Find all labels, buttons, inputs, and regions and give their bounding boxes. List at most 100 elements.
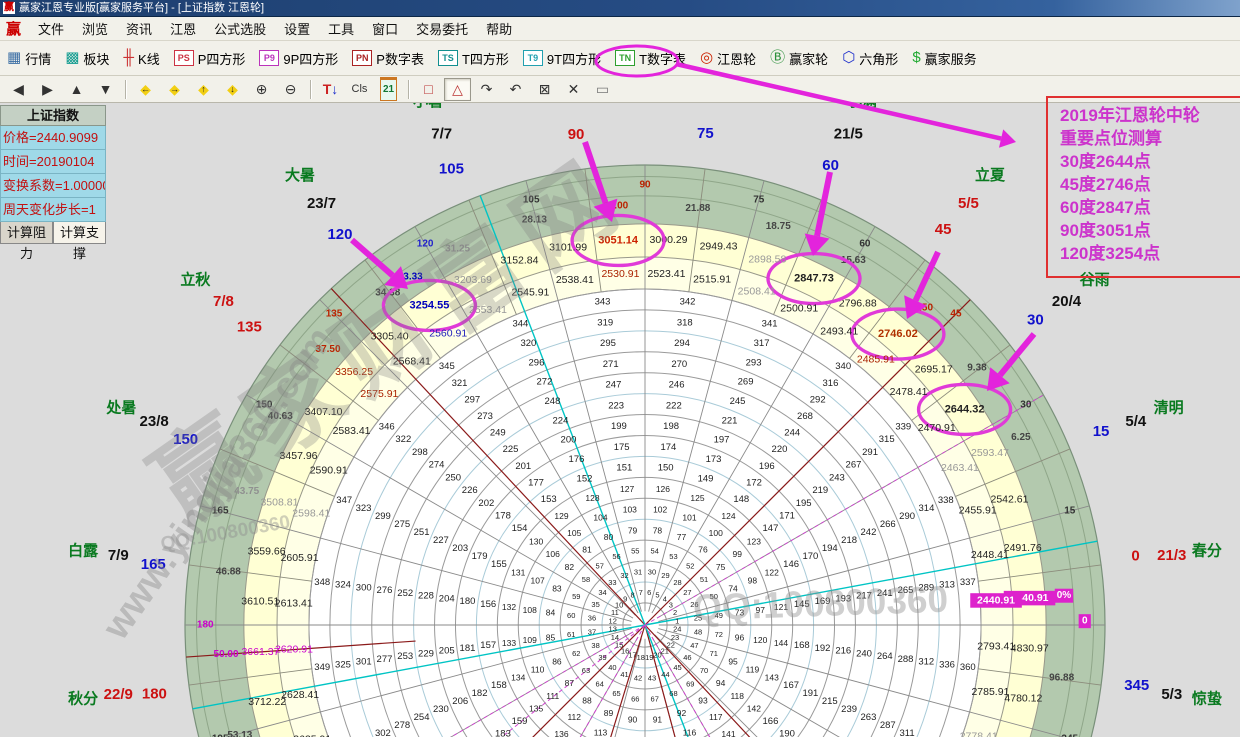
rotate-cw-button[interactable]: ↷ xyxy=(473,78,500,101)
gann-wheel-button[interactable]: ◎江恩轮 xyxy=(693,47,763,70)
svg-text:142: 142 xyxy=(747,704,761,714)
menu-item-资讯[interactable]: 资讯 xyxy=(117,17,161,40)
kline-button[interactable]: ╫K线 xyxy=(116,47,166,70)
svg-text:318: 318 xyxy=(677,317,693,328)
svg-text:101: 101 xyxy=(682,513,696,523)
screen-tool-button[interactable]: ▭ xyxy=(589,78,616,101)
page-prev-button[interactable]: ◀ xyxy=(5,78,32,101)
svg-text:63: 63 xyxy=(582,666,590,675)
svg-text:44: 44 xyxy=(661,670,669,679)
square-tool-button[interactable]: □ xyxy=(415,78,442,101)
hexagon-button[interactable]: ⬡六角形 xyxy=(835,47,905,70)
sectors-button[interactable]: ▩板块 xyxy=(58,47,116,70)
menu-item-江恩[interactable]: 江恩 xyxy=(161,17,205,40)
rotate-ccw-button[interactable]: ↶ xyxy=(502,78,529,101)
svg-text:102: 102 xyxy=(653,505,667,515)
svg-text:77: 77 xyxy=(677,532,687,542)
menu-item-工具[interactable]: 工具 xyxy=(319,17,363,40)
svg-text:121: 121 xyxy=(774,602,788,612)
svg-text:315: 315 xyxy=(879,434,895,445)
svg-text:45: 45 xyxy=(673,663,681,672)
svg-text:346: 346 xyxy=(379,421,395,432)
svg-text:135: 135 xyxy=(326,309,343,320)
t-table-button[interactable]: TNT数字表 xyxy=(608,47,693,70)
svg-text:75: 75 xyxy=(716,562,726,572)
svg-text:29: 29 xyxy=(661,571,669,580)
svg-text:263: 263 xyxy=(861,712,877,723)
9p-square-button[interactable]: P99P四方形 xyxy=(252,47,345,70)
calc-support-button[interactable]: 计算支撑 xyxy=(53,222,106,244)
menu-item-浏览[interactable]: 浏览 xyxy=(73,17,117,40)
box-select-button[interactable]: ⊠ xyxy=(531,78,558,101)
cls-button[interactable]: Cls xyxy=(346,78,373,101)
svg-text:272: 272 xyxy=(537,377,553,388)
svg-text:290: 290 xyxy=(899,511,915,522)
svg-text:192: 192 xyxy=(815,643,831,654)
p-table-button[interactable]: PNP数字表 xyxy=(345,47,431,70)
svg-text:123: 123 xyxy=(747,536,761,546)
p-square-button[interactable]: PSP四方形 xyxy=(167,47,253,70)
note-line: 30度2644点 xyxy=(1060,150,1240,173)
svg-text:56: 56 xyxy=(612,552,620,561)
svg-text:55: 55 xyxy=(631,547,639,556)
cross-tool-button[interactable]: ✕ xyxy=(560,78,587,101)
svg-text:3101.99: 3101.99 xyxy=(549,241,587,253)
svg-text:287: 287 xyxy=(880,720,896,731)
svg-text:2620.91: 2620.91 xyxy=(275,644,313,656)
svg-text:2695.17: 2695.17 xyxy=(915,364,953,376)
step-row: 周天变化步长=1 xyxy=(0,198,106,222)
svg-text:立夏: 立夏 xyxy=(975,166,1006,184)
menu-item-设置[interactable]: 设置 xyxy=(275,17,319,40)
svg-text:143: 143 xyxy=(765,673,779,683)
zoom-out-button[interactable]: ⊖ xyxy=(277,78,304,101)
svg-text:23: 23 xyxy=(671,633,679,642)
shift-down-button[interactable]: ◆↓ xyxy=(219,78,246,101)
svg-text:225: 225 xyxy=(503,444,519,455)
svg-text:45: 45 xyxy=(935,221,952,238)
svg-text:168: 168 xyxy=(794,640,810,651)
triangle-tool-button[interactable]: △ xyxy=(444,78,471,101)
t-square-button[interactable]: TST四方形 xyxy=(431,47,516,70)
winner-service-button[interactable]: $赢家服务 xyxy=(905,47,983,70)
t-down-button[interactable]: T↓ xyxy=(317,78,344,101)
shift-right-button[interactable]: ◆→ xyxy=(161,78,188,101)
page-next-button[interactable]: ▶ xyxy=(34,78,61,101)
svg-text:242: 242 xyxy=(861,527,877,538)
winner-wheel-button[interactable]: Ⓑ赢家轮 xyxy=(763,47,835,70)
svg-text:99: 99 xyxy=(733,549,743,559)
menu-item-文件[interactable]: 文件 xyxy=(29,17,73,40)
9t-square-button-icon: T9 xyxy=(523,50,543,66)
svg-text:2500.91: 2500.91 xyxy=(780,303,818,315)
svg-text:134: 134 xyxy=(511,673,525,683)
svg-text:125: 125 xyxy=(690,493,704,503)
main-toolbar: ▦行情▩板块╫K线PSP四方形P99P四方形PNP数字表TST四方形T99T四方… xyxy=(0,41,1240,76)
svg-text:2523.41: 2523.41 xyxy=(647,268,685,280)
menu-item-公式选股[interactable]: 公式选股 xyxy=(205,17,275,40)
svg-text:126: 126 xyxy=(656,484,670,494)
svg-text:270: 270 xyxy=(671,359,687,370)
svg-text:201: 201 xyxy=(515,461,531,472)
svg-text:4780.12: 4780.12 xyxy=(1004,693,1042,705)
page-up-button[interactable]: ▲ xyxy=(63,78,90,101)
9t-square-button[interactable]: T99T四方形 xyxy=(516,47,608,70)
menu-item-交易委托[interactable]: 交易委托 xyxy=(407,17,477,40)
shift-left-button[interactable]: ◆← xyxy=(132,78,159,101)
svg-text:88: 88 xyxy=(582,696,592,706)
calc-resistance-button[interactable]: 计算阻力 xyxy=(0,222,53,244)
page-down-button[interactable]: ▼ xyxy=(92,78,119,101)
svg-text:2598.41: 2598.41 xyxy=(292,507,330,519)
svg-text:195: 195 xyxy=(796,498,812,509)
menu-item-窗口[interactable]: 窗口 xyxy=(363,17,407,40)
svg-text:274: 274 xyxy=(429,460,445,471)
svg-text:116: 116 xyxy=(683,727,697,737)
calendar-button[interactable]: 21 xyxy=(375,78,402,101)
zoom-in-button[interactable]: ⊕ xyxy=(248,78,275,101)
quotes-button[interactable]: ▦行情 xyxy=(0,47,58,70)
svg-text:2568.41: 2568.41 xyxy=(393,355,431,367)
svg-text:156: 156 xyxy=(480,599,496,610)
menu-item-帮助[interactable]: 帮助 xyxy=(477,17,521,40)
svg-text:360: 360 xyxy=(960,662,976,673)
svg-text:79: 79 xyxy=(628,525,638,535)
svg-text:53.13: 53.13 xyxy=(227,730,252,737)
shift-up-button[interactable]: ◆↑ xyxy=(190,78,217,101)
